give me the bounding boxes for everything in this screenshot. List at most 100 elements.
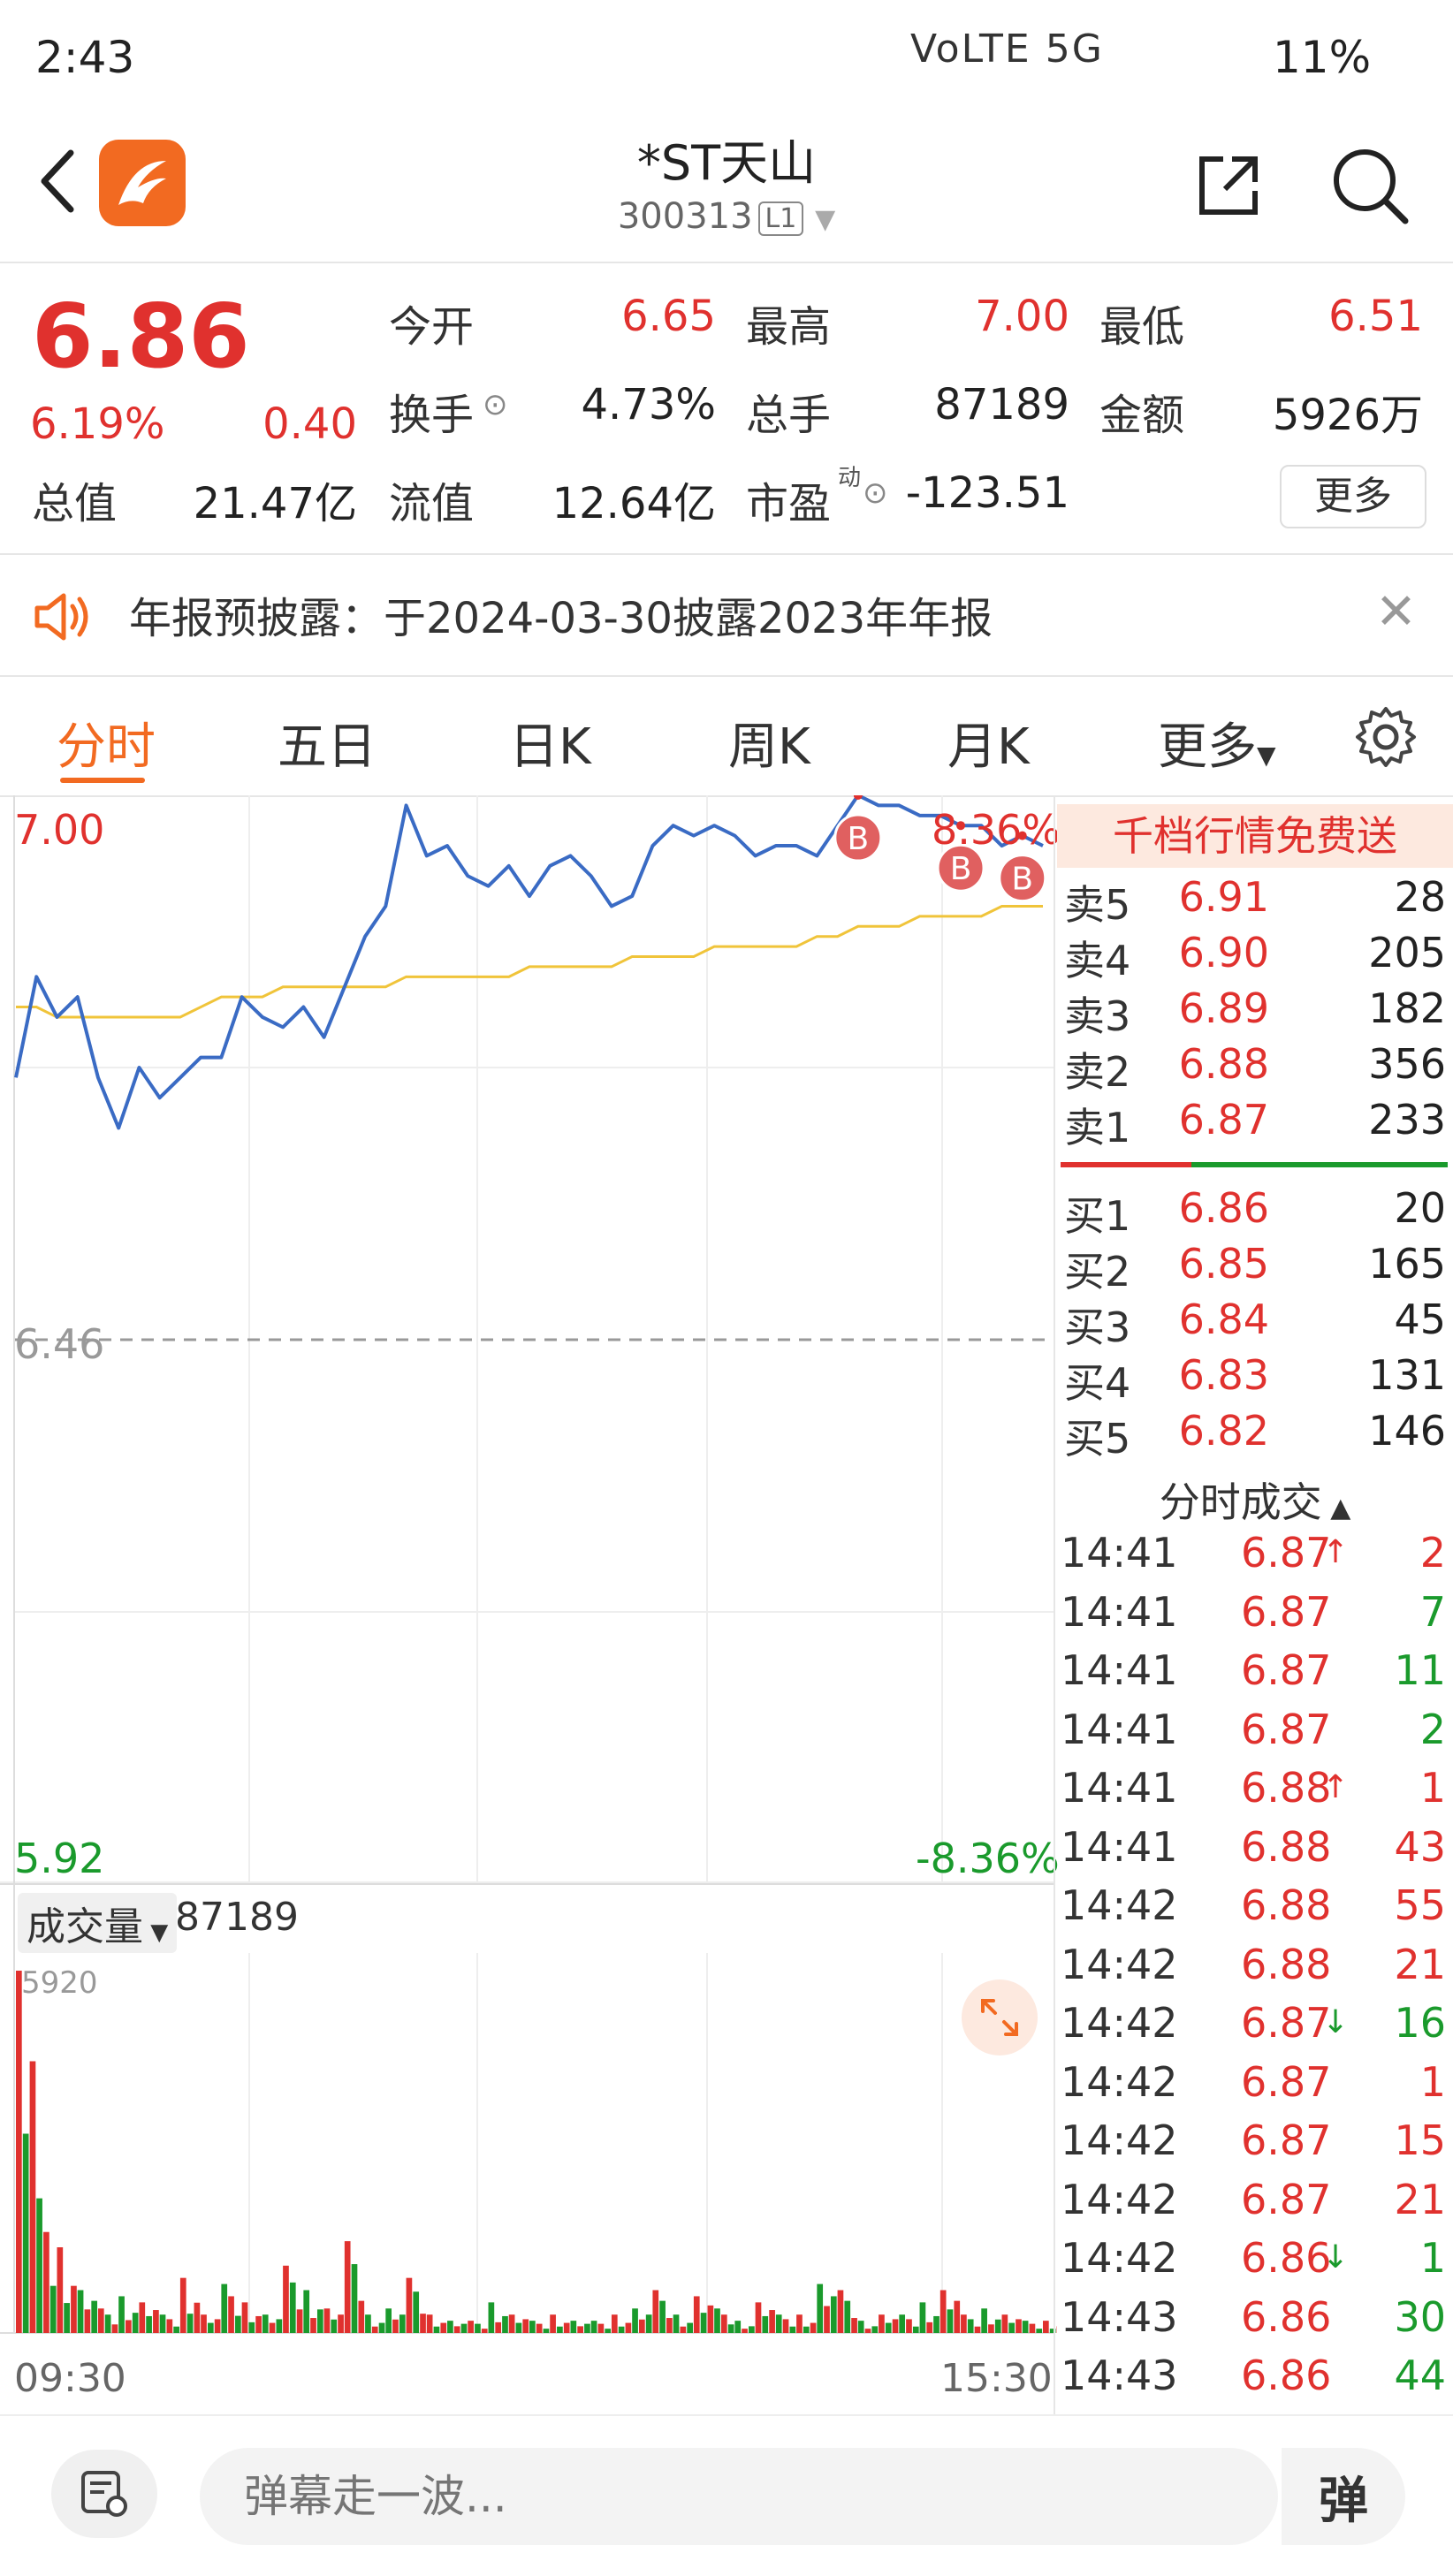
- volume-bar: [645, 2314, 652, 2333]
- volume-bar: [173, 2326, 179, 2333]
- tick-price: 6.87: [1241, 1529, 1332, 1577]
- price-path: [14, 795, 1044, 1130]
- pct-axis-low: -8.36%: [916, 1835, 1060, 1882]
- volume-bar: [522, 2319, 529, 2333]
- more-stats-button[interactable]: 更多: [1280, 465, 1426, 528]
- tab-fenshi[interactable]: 分时: [57, 707, 156, 779]
- level-price: 6.90: [1178, 929, 1269, 976]
- tab-daily-k[interactable]: 日K: [509, 707, 591, 779]
- tick-row: 14:42 6.87 1: [1057, 2058, 1453, 2117]
- stat-value: 5926万: [1272, 391, 1423, 440]
- bid-row[interactable]: 买5 6.82 146: [1057, 1407, 1453, 1463]
- buy-marker-label: B: [1011, 862, 1033, 898]
- volume-bar: [426, 2314, 433, 2333]
- level-label: 买2: [1064, 1248, 1131, 1296]
- tick-row: 14:42 6.87 ↓ 16: [1057, 1999, 1453, 2058]
- volume-bar: [727, 2324, 734, 2333]
- tick-price: 6.87: [1241, 1646, 1332, 1694]
- volume-bar: [666, 2318, 673, 2333]
- bid-row[interactable]: 买4 6.83 131: [1057, 1351, 1453, 1407]
- tick-volume: 1: [1419, 2234, 1446, 2282]
- tick-price: 6.87: [1241, 1587, 1332, 1636]
- level-label: 买4: [1064, 1359, 1131, 1407]
- tick-volume: 21: [1394, 2175, 1446, 2223]
- tick-price: 6.88: [1241, 1881, 1332, 1929]
- danmu-input[interactable]: [200, 2448, 1278, 2545]
- volume-bar: [49, 2285, 57, 2333]
- volume-bar: [734, 2321, 742, 2333]
- tab-weekly-k[interactable]: 周K: [728, 707, 810, 779]
- volume-bar: [201, 2314, 207, 2333]
- bid-row[interactable]: 买1 6.86 20: [1057, 1184, 1453, 1240]
- tab-monthly-k[interactable]: 月K: [947, 707, 1030, 779]
- volume-bar: [892, 2319, 899, 2333]
- tick-volume: 2: [1419, 1529, 1446, 1577]
- ask-row[interactable]: 卖4 6.90 205: [1057, 929, 1453, 984]
- volume-bar: [508, 2314, 515, 2333]
- volume-bar: [687, 2322, 693, 2333]
- tick-price: 6.87: [1241, 1705, 1332, 1753]
- tick-volume: 16: [1394, 1999, 1446, 2047]
- pe-superscript: 动: [838, 465, 862, 491]
- level-price: 6.83: [1178, 1351, 1269, 1399]
- volume-bars: [16, 1971, 1057, 2333]
- notice-text[interactable]: 年报预披露：于2024-03-30披露2023年年报: [129, 583, 993, 645]
- tick-volume: 30: [1394, 2292, 1446, 2341]
- volume-bar: [262, 2314, 269, 2333]
- intraday-chart[interactable]: B B B: [0, 795, 1057, 2414]
- volume-bar: [1008, 2322, 1016, 2333]
- comment-list-button[interactable]: [51, 2450, 157, 2538]
- tick-volume: 15: [1394, 2116, 1446, 2164]
- volume-bar: [159, 2314, 166, 2333]
- tick-volume: 11: [1394, 1646, 1446, 1694]
- tick-time: 14:42: [1061, 1881, 1178, 1929]
- volume-bar: [570, 2321, 577, 2333]
- tick-list[interactable]: 14:41 6.87 ↑ 2 14:41 6.87 7 14:41 6.87 11 14:41 6.8…: [1057, 1529, 1453, 2411]
- expand-chart-button[interactable]: [962, 1979, 1038, 2055]
- danmu-toggle-button[interactable]: 弹: [1282, 2448, 1405, 2545]
- info-icon[interactable]: ⊙: [863, 475, 888, 511]
- tab-five-day[interactable]: 五日: [278, 707, 377, 779]
- ask-row[interactable]: 卖5 6.91 28: [1057, 873, 1453, 929]
- bid-row[interactable]: 买2 6.85 165: [1057, 1240, 1453, 1296]
- bid-row[interactable]: 买3 6.84 45: [1057, 1296, 1453, 1351]
- ask-row[interactable]: 卖2 6.88 356: [1057, 1040, 1453, 1096]
- caret-up-icon: ▲: [1321, 1493, 1351, 1524]
- buy-marker-label: B: [950, 851, 972, 887]
- volume-bar: [166, 2319, 173, 2333]
- tick-time: 14:41: [1061, 1764, 1178, 1812]
- stock-code: 300313: [617, 196, 753, 237]
- stat-label: 流值: [389, 479, 475, 528]
- volume-bar: [468, 2321, 474, 2333]
- volume-bar: [447, 2321, 453, 2333]
- info-icon[interactable]: ⊙: [483, 387, 508, 422]
- ask-row[interactable]: 卖1 6.87 233: [1057, 1096, 1453, 1151]
- volume-bar: [378, 2322, 385, 2333]
- volume-bar: [1043, 2321, 1049, 2333]
- ask-row[interactable]: 卖3 6.89 182: [1057, 984, 1453, 1040]
- level-label: 买5: [1064, 1415, 1131, 1463]
- volume-bar: [351, 2264, 358, 2333]
- level-price: 6.85: [1178, 1240, 1269, 1288]
- settings-button[interactable]: [1352, 703, 1419, 774]
- tick-volume: 2: [1419, 1705, 1446, 1753]
- volume-bar: [817, 2283, 824, 2333]
- volume-bar: [433, 2326, 440, 2333]
- close-icon[interactable]: ✕: [1375, 583, 1417, 641]
- level-badge: L1: [757, 201, 804, 236]
- volume-bar: [153, 2310, 159, 2333]
- volume-bar: [673, 2314, 680, 2333]
- volume-bar: [714, 2308, 720, 2333]
- search-button[interactable]: [1326, 141, 1414, 230]
- tick-volume: 1: [1419, 1764, 1446, 1812]
- volume-selector[interactable]: 成交量 ▼: [18, 1893, 178, 1953]
- volume-bar: [235, 2315, 241, 2333]
- ticks-header[interactable]: 分时成交 ▲: [1057, 1470, 1453, 1529]
- share-button[interactable]: [1184, 141, 1273, 230]
- stat-label: 今开: [389, 302, 475, 352]
- volume-bar: [693, 2296, 700, 2333]
- volume-bar: [618, 2326, 625, 2333]
- tick-price: 6.88: [1241, 1764, 1332, 1812]
- promo-banner[interactable]: 千档行情免费送: [1057, 804, 1453, 868]
- tab-more[interactable]: 更多▼: [1158, 707, 1276, 779]
